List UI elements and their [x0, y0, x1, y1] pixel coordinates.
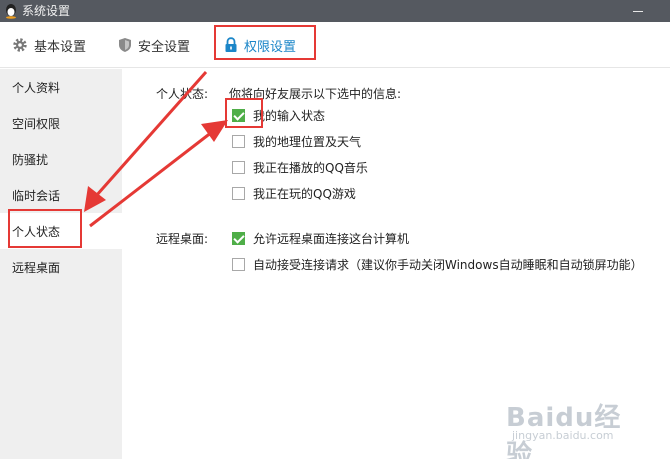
lock-icon — [225, 37, 237, 52]
baidu-jingyan-watermark: Baidu经验 jingyan.baidu.com — [506, 391, 634, 459]
option-qq-music[interactable]: 我正在播放的QQ音乐 — [232, 159, 368, 176]
option-label: 允许远程桌面连接这台计算机 — [253, 232, 410, 246]
tab-permission-settings[interactable]: 权限设置 — [224, 22, 296, 68]
minimize-button[interactable] — [628, 3, 648, 19]
personal-status-label: 个人状态: — [156, 87, 209, 101]
sidebar-item-personal-status[interactable]: 个人状态 — [0, 213, 122, 249]
tab-label: 权限设置 — [244, 39, 297, 55]
tab-label: 安全设置 — [138, 39, 191, 55]
shield-icon — [119, 38, 131, 52]
sidebar-item-profile[interactable]: 个人资料 — [0, 69, 122, 105]
personal-status-description: 你将向好友展示以下选中的信息: — [229, 87, 402, 101]
sidebar-item-remote-desktop[interactable]: 远程桌面 — [0, 249, 122, 285]
remote-desktop-label: 远程桌面: — [156, 232, 209, 246]
qq-penguin-icon — [6, 4, 16, 19]
checkbox[interactable] — [232, 187, 245, 200]
option-label: 我正在播放的QQ音乐 — [253, 161, 368, 175]
sidebar-item-label: 临时会话 — [12, 188, 61, 203]
window-title: 系统设置 — [22, 4, 71, 18]
checkbox[interactable] — [232, 135, 245, 148]
title-bar: 系统设置 — [0, 0, 670, 22]
watermark-text: Baidu经验 — [506, 403, 622, 459]
option-location-weather[interactable]: 我的地理位置及天气 — [232, 133, 361, 150]
checkbox-checked[interactable] — [232, 232, 245, 245]
option-allow-remote-desktop[interactable]: 允许远程桌面连接这台计算机 — [232, 230, 409, 247]
sidebar-item-temp-chat[interactable]: 临时会话 — [0, 177, 122, 213]
tab-bar: 基本设置 安全设置 权限设置 — [0, 22, 670, 68]
checkbox-checked[interactable] — [232, 109, 245, 122]
option-auto-accept-connection[interactable]: 自动接受连接请求（建议你手动关闭Windows自动睡眠和自动锁屏功能） — [232, 256, 643, 273]
option-label: 我正在玩的QQ游戏 — [253, 187, 356, 201]
sidebar-item-label: 空间权限 — [12, 116, 61, 131]
tab-security-settings[interactable]: 安全设置 — [118, 22, 190, 68]
option-typing-status[interactable]: 我的输入状态 — [232, 107, 325, 124]
option-qq-game[interactable]: 我正在玩的QQ游戏 — [232, 185, 356, 202]
sidebar-item-label: 远程桌面 — [12, 260, 61, 275]
sidebar: 个人资料 空间权限 防骚扰 临时会话 个人状态 远程桌面 — [0, 69, 122, 459]
option-label: 自动接受连接请求（建议你手动关闭Windows自动睡眠和自动锁屏功能） — [253, 258, 643, 272]
option-label: 我的输入状态 — [253, 109, 326, 123]
checkbox[interactable] — [232, 258, 245, 271]
tab-label: 基本设置 — [34, 39, 87, 55]
option-label: 我的地理位置及天气 — [253, 135, 362, 149]
tab-basic-settings[interactable]: 基本设置 — [12, 22, 86, 68]
sidebar-item-anti-harassment[interactable]: 防骚扰 — [0, 141, 122, 177]
gear-icon — [13, 38, 27, 52]
sidebar-item-label: 个人状态 — [12, 224, 61, 239]
checkbox[interactable] — [232, 161, 245, 174]
sidebar-item-label: 防骚扰 — [12, 152, 49, 167]
watermark-url: jingyan.baidu.com — [512, 429, 614, 442]
sidebar-item-space-permission[interactable]: 空间权限 — [0, 105, 122, 141]
sidebar-item-label: 个人资料 — [12, 80, 61, 95]
